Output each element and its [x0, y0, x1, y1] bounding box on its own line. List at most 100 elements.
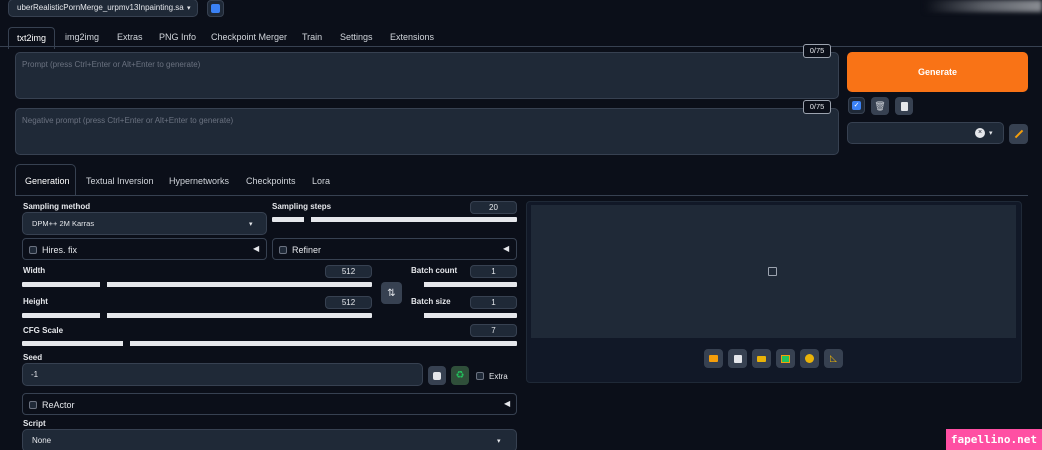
cfg-scale-input[interactable]: 7: [470, 324, 517, 337]
clipboard-icon: [900, 101, 908, 111]
hires-fix-checkbox[interactable]: [29, 246, 37, 254]
negative-prompt-input[interactable]: Negative prompt (press Ctrl+Enter or Alt…: [15, 108, 839, 155]
prompt-token-counter: 0/75: [803, 44, 831, 58]
batch-size-slider[interactable]: [417, 313, 517, 318]
sampling-steps-input[interactable]: 20: [470, 201, 517, 214]
swap-arrows-icon: ⇅: [387, 287, 396, 299]
hires-fix-label: Hires. fix: [42, 245, 78, 255]
tab-train[interactable]: Train: [302, 32, 322, 42]
chevron-down-icon: ▾: [989, 130, 993, 137]
subtab-hypernetworks[interactable]: Hypernetworks: [169, 176, 229, 186]
sampling-steps-thumb[interactable]: [303, 217, 311, 222]
width-input[interactable]: 512: [325, 265, 372, 278]
extra-seed-checkbox[interactable]: [476, 372, 484, 380]
sampling-method-value: DPM++ 2M Karras: [32, 219, 95, 228]
palette-icon: [805, 354, 814, 363]
model-select-value: uberRealisticPornMerge_urpmv13Inpainting…: [17, 3, 184, 12]
cfg-scale-label: CFG Scale: [23, 326, 64, 335]
clear-icon[interactable]: ×: [975, 128, 985, 138]
styles-select[interactable]: × ▾: [847, 122, 1004, 144]
clear-prompt-button[interactable]: 🗑: [871, 97, 889, 115]
subtab-lora[interactable]: Lora: [312, 176, 330, 186]
collapse-triangle-icon: ◀: [253, 244, 260, 253]
chevron-down-icon: ▾: [497, 438, 501, 445]
negative-token-counter: 0/75: [803, 100, 831, 114]
batch-count-slider[interactable]: [417, 282, 517, 287]
batch-size-input[interactable]: 1: [470, 296, 517, 309]
swap-dimensions-button[interactable]: ⇅: [381, 282, 402, 304]
batch-count-input[interactable]: 1: [470, 265, 517, 278]
tab-extras[interactable]: Extras: [117, 32, 143, 42]
tab-extensions[interactable]: Extensions: [390, 32, 434, 42]
height-slider[interactable]: [22, 313, 372, 318]
batch-size-label: Batch size: [411, 297, 451, 306]
chevron-down-icon: ▾: [249, 221, 253, 228]
subtab-divider: [15, 195, 1028, 196]
ruler-triangle-icon: ◺: [830, 353, 837, 363]
zip-icon: [757, 355, 766, 362]
send-to-extras-button[interactable]: ◺: [824, 349, 843, 368]
tab-png-info[interactable]: PNG Info: [159, 32, 196, 42]
seed-value: -1: [31, 370, 39, 379]
trash-icon: 🗑: [874, 100, 886, 111]
recycle-icon: ♻: [455, 370, 465, 381]
hires-fix-accordion[interactable]: Hires. fix ◀: [22, 238, 267, 260]
sampling-steps-label: Sampling steps: [272, 202, 332, 211]
script-select[interactable]: None ▾: [22, 429, 517, 450]
script-value: None: [32, 436, 52, 445]
cfg-scale-slider[interactable]: [22, 341, 517, 346]
edit-styles-button[interactable]: [1009, 124, 1028, 144]
send-to-inpaint-button[interactable]: [800, 349, 819, 368]
seed-label: Seed: [23, 353, 43, 362]
collapse-triangle-icon: ◀: [504, 399, 511, 408]
paste-button[interactable]: [895, 97, 913, 115]
cfg-scale-thumb[interactable]: [123, 341, 130, 346]
tab-checkpoint-merger[interactable]: Checkpoint Merger: [211, 32, 287, 42]
subtab-generation[interactable]: Generation: [25, 176, 70, 186]
width-thumb[interactable]: [100, 282, 107, 287]
watermark: fapellino.net: [945, 429, 1042, 450]
refiner-accordion[interactable]: Refiner ◀: [272, 238, 517, 260]
open-folder-button[interactable]: [704, 349, 723, 368]
reactor-accordion[interactable]: ReActor ◀: [22, 393, 517, 415]
tab-img2img[interactable]: img2img: [65, 32, 99, 42]
batch-count-label: Batch count: [411, 266, 458, 275]
reactor-label: ReActor: [42, 400, 75, 410]
sampling-method-select[interactable]: DPM++ 2M Karras ▾: [22, 212, 267, 235]
seed-input[interactable]: -1: [22, 363, 423, 386]
generate-button[interactable]: Generate: [847, 52, 1028, 92]
random-seed-button[interactable]: [428, 366, 446, 385]
height-input[interactable]: 512: [325, 296, 372, 309]
subtab-textual-inversion[interactable]: Textual Inversion: [86, 176, 154, 186]
batch-count-thumb[interactable]: [417, 282, 424, 287]
tab-divider: [0, 46, 1042, 47]
collapse-triangle-icon: ◀: [503, 244, 510, 253]
batch-size-thumb[interactable]: [417, 313, 424, 318]
dice-icon: [433, 371, 441, 380]
tab-settings[interactable]: Settings: [340, 32, 373, 42]
checkbox-icon: ✓: [852, 101, 861, 110]
folder-icon: [709, 355, 718, 362]
refiner-checkbox[interactable]: [279, 246, 287, 254]
script-label: Script: [23, 419, 46, 428]
refresh-models-button[interactable]: [207, 0, 224, 17]
chevron-down-icon: ▾: [187, 5, 191, 12]
extra-seed-label: Extra: [489, 372, 508, 381]
image-placeholder-icon: [768, 267, 777, 276]
blurred-corner: [925, 0, 1042, 12]
reuse-seed-button[interactable]: ♻: [451, 366, 469, 385]
width-label: Width: [23, 266, 46, 275]
picture-icon: [781, 354, 790, 363]
refiner-label: Refiner: [292, 245, 322, 255]
width-slider[interactable]: [22, 282, 372, 287]
save-icon: [733, 354, 742, 363]
subtab-checkpoints[interactable]: Checkpoints: [246, 176, 296, 186]
reactor-checkbox[interactable]: [29, 401, 37, 409]
model-select[interactable]: uberRealisticPornMerge_urpmv13Inpainting…: [8, 0, 198, 17]
height-thumb[interactable]: [100, 313, 107, 318]
send-to-img2img-button[interactable]: [776, 349, 795, 368]
prompt-input[interactable]: Prompt (press Ctrl+Enter or Alt+Enter to…: [15, 52, 839, 99]
show-extra-networks-button[interactable]: ✓: [848, 97, 865, 114]
zip-button[interactable]: [752, 349, 771, 368]
save-button[interactable]: [728, 349, 747, 368]
